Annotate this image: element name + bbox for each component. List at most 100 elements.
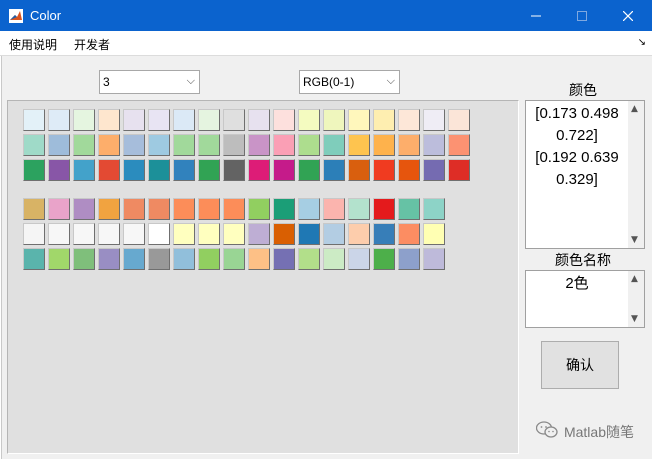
color-swatch[interactable] bbox=[298, 159, 320, 181]
color-swatch[interactable] bbox=[48, 223, 70, 245]
color-swatch[interactable] bbox=[98, 159, 120, 181]
color-swatch[interactable] bbox=[373, 134, 395, 156]
color-swatch[interactable] bbox=[123, 223, 145, 245]
color-swatch[interactable] bbox=[373, 159, 395, 181]
color-swatch[interactable] bbox=[398, 134, 420, 156]
color-swatch[interactable] bbox=[223, 134, 245, 156]
color-swatch[interactable] bbox=[148, 134, 170, 156]
color-swatch[interactable] bbox=[298, 134, 320, 156]
color-swatch[interactable] bbox=[398, 248, 420, 270]
scrollbar[interactable]: ▲ ▼ bbox=[628, 271, 644, 327]
color-swatch[interactable] bbox=[148, 198, 170, 220]
color-swatch[interactable] bbox=[448, 109, 470, 131]
color-swatch[interactable] bbox=[23, 134, 45, 156]
color-swatch[interactable] bbox=[273, 223, 295, 245]
color-swatch[interactable] bbox=[323, 223, 345, 245]
color-swatch[interactable] bbox=[173, 223, 195, 245]
color-swatch[interactable] bbox=[48, 198, 70, 220]
color-swatch[interactable] bbox=[248, 109, 270, 131]
color-swatch[interactable] bbox=[223, 198, 245, 220]
color-swatch[interactable] bbox=[248, 248, 270, 270]
color-swatch[interactable] bbox=[73, 248, 95, 270]
color-swatch[interactable] bbox=[98, 223, 120, 245]
color-swatch[interactable] bbox=[173, 134, 195, 156]
color-swatch[interactable] bbox=[273, 134, 295, 156]
color-format-dropdown[interactable]: RGB(0-1) ⌵ bbox=[299, 70, 400, 94]
color-swatch[interactable] bbox=[73, 134, 95, 156]
color-swatch[interactable] bbox=[173, 248, 195, 270]
color-swatch[interactable] bbox=[348, 198, 370, 220]
color-swatch[interactable] bbox=[323, 198, 345, 220]
color-swatch[interactable] bbox=[348, 223, 370, 245]
color-swatch[interactable] bbox=[148, 223, 170, 245]
color-swatch[interactable] bbox=[323, 159, 345, 181]
color-swatch[interactable] bbox=[98, 109, 120, 131]
color-swatch[interactable] bbox=[248, 159, 270, 181]
color-swatch[interactable] bbox=[323, 134, 345, 156]
color-swatch[interactable] bbox=[223, 109, 245, 131]
color-swatch[interactable] bbox=[273, 159, 295, 181]
color-swatch[interactable] bbox=[23, 248, 45, 270]
color-swatch[interactable] bbox=[373, 109, 395, 131]
confirm-button[interactable]: 确认 bbox=[541, 341, 619, 389]
color-swatch[interactable] bbox=[298, 198, 320, 220]
color-swatch[interactable] bbox=[348, 159, 370, 181]
color-swatch[interactable] bbox=[298, 248, 320, 270]
color-name-listbox[interactable]: 2色 ▲ ▼ bbox=[525, 270, 645, 328]
maximize-button[interactable] bbox=[559, 0, 605, 31]
color-swatch[interactable] bbox=[348, 248, 370, 270]
menu-usage-instructions[interactable]: 使用说明 bbox=[9, 36, 57, 53]
color-swatch[interactable] bbox=[48, 134, 70, 156]
color-swatch[interactable] bbox=[423, 198, 445, 220]
color-swatch[interactable] bbox=[73, 109, 95, 131]
color-swatch[interactable] bbox=[98, 248, 120, 270]
color-swatch[interactable] bbox=[173, 159, 195, 181]
color-swatch[interactable] bbox=[373, 198, 395, 220]
color-swatch[interactable] bbox=[248, 134, 270, 156]
color-swatch[interactable] bbox=[73, 159, 95, 181]
color-swatch[interactable] bbox=[423, 159, 445, 181]
color-swatch[interactable] bbox=[173, 198, 195, 220]
scroll-up-icon[interactable]: ▲ bbox=[631, 274, 638, 284]
color-swatch[interactable] bbox=[298, 109, 320, 131]
color-swatch[interactable] bbox=[173, 109, 195, 131]
color-swatch[interactable] bbox=[448, 159, 470, 181]
color-swatch[interactable] bbox=[148, 109, 170, 131]
color-swatch[interactable] bbox=[423, 109, 445, 131]
color-swatch[interactable] bbox=[223, 223, 245, 245]
color-swatch[interactable] bbox=[23, 198, 45, 220]
scroll-up-icon[interactable]: ▲ bbox=[631, 104, 638, 114]
color-swatch[interactable] bbox=[398, 223, 420, 245]
color-swatch[interactable] bbox=[198, 134, 220, 156]
color-swatch[interactable] bbox=[123, 159, 145, 181]
color-swatch[interactable] bbox=[48, 248, 70, 270]
color-swatch[interactable] bbox=[198, 198, 220, 220]
color-swatch[interactable] bbox=[423, 223, 445, 245]
color-swatch[interactable] bbox=[248, 198, 270, 220]
color-swatch[interactable] bbox=[148, 159, 170, 181]
close-button[interactable] bbox=[605, 0, 651, 31]
scroll-down-icon[interactable]: ▼ bbox=[631, 314, 638, 324]
color-swatch[interactable] bbox=[123, 134, 145, 156]
color-count-dropdown[interactable]: 3 ⌵ bbox=[99, 70, 200, 94]
color-swatch[interactable] bbox=[348, 134, 370, 156]
color-swatch[interactable] bbox=[98, 198, 120, 220]
color-swatch[interactable] bbox=[323, 109, 345, 131]
color-swatch[interactable] bbox=[198, 248, 220, 270]
minimize-button[interactable] bbox=[513, 0, 559, 31]
color-swatch[interactable] bbox=[98, 134, 120, 156]
color-swatch[interactable] bbox=[48, 109, 70, 131]
color-swatch[interactable] bbox=[273, 198, 295, 220]
color-swatch[interactable] bbox=[23, 159, 45, 181]
color-swatch[interactable] bbox=[123, 248, 145, 270]
scroll-down-icon[interactable]: ▼ bbox=[631, 235, 638, 245]
color-swatch[interactable] bbox=[248, 223, 270, 245]
color-swatch[interactable] bbox=[398, 109, 420, 131]
color-values-listbox[interactable]: [0.173 0.498 0.722] [0.192 0.639 0.329] … bbox=[525, 100, 645, 249]
color-swatch[interactable] bbox=[198, 159, 220, 181]
color-swatch[interactable] bbox=[198, 109, 220, 131]
color-swatch[interactable] bbox=[298, 223, 320, 245]
menu-developer[interactable]: 开发者 bbox=[74, 36, 110, 53]
color-swatch[interactable] bbox=[123, 109, 145, 131]
color-swatch[interactable] bbox=[73, 198, 95, 220]
